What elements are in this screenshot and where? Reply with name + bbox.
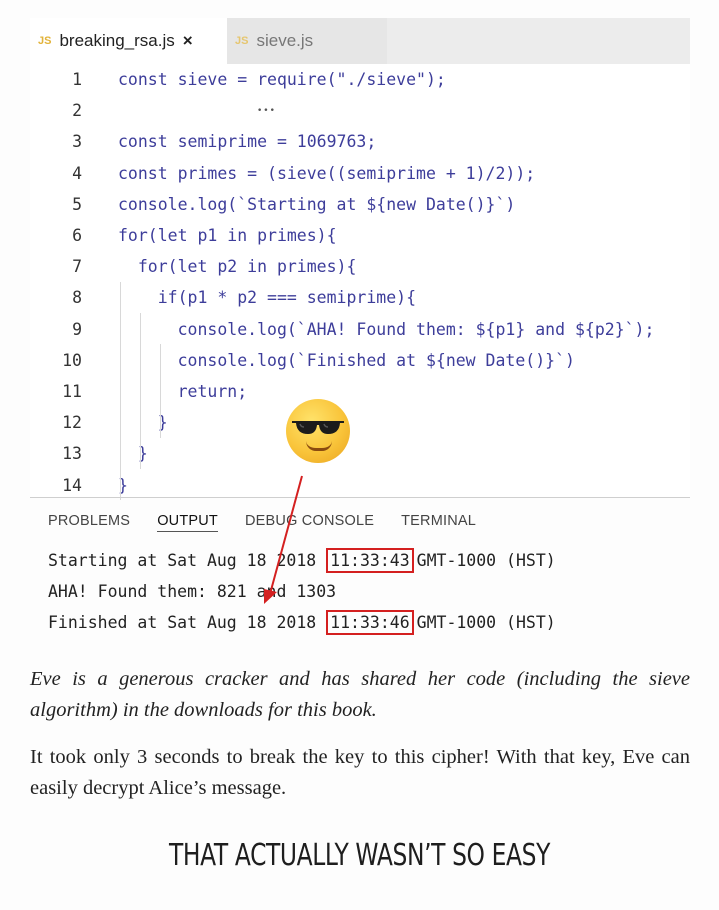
tab-debug-console[interactable]: DEBUG CONSOLE (245, 513, 374, 532)
line-number: 8 (72, 288, 82, 308)
indent-guide (160, 344, 161, 438)
line-number: 9 (72, 319, 82, 339)
code-area[interactable]: 1 const sieve = require("./sieve"); 2 3 co… (30, 64, 690, 501)
code-editor: JS breaking_rsa.js × JS sieve.js 1 const … (30, 18, 690, 501)
code-text: const sieve = require("./sieve"); (118, 70, 446, 90)
line-number: 13 (62, 444, 82, 464)
indent-guide (120, 282, 121, 500)
figure-caption: Eve is a generous cracker and has shared… (30, 668, 690, 721)
output-text: GMT-1000 (HST) (416, 613, 556, 632)
output-text: AHA! Found them: 821 and 1303 (48, 582, 337, 601)
code-line: 7 for(let p2 in primes){ (30, 251, 690, 282)
code-text: for(let p1 in primes){ (118, 226, 337, 246)
close-icon[interactable]: × (183, 31, 193, 51)
output-text: GMT-1000 (HST) (416, 551, 556, 570)
line-number: 5 (72, 194, 82, 214)
code-line: 9 console.log(`AHA! Found them: ${p1} an… (30, 314, 690, 345)
panel-divider (30, 497, 690, 498)
editor-tab-bar: JS breaking_rsa.js × JS sieve.js (30, 18, 690, 64)
line-number: 3 (72, 132, 82, 152)
js-file-icon: JS (235, 35, 249, 47)
code-text: const semiprime = 1069763; (118, 132, 377, 152)
highlighted-start-time: 11:33:43 (326, 548, 414, 573)
panel-tab-bar: PROBLEMS OUTPUT DEBUG CONSOLE TERMINAL (48, 513, 503, 532)
code-text: console.log(`Finished at ${new Date()}`) (118, 350, 575, 370)
line-number: 2 (72, 101, 82, 121)
output-text: Starting at Sat Aug 18 2018 (48, 551, 327, 570)
line-number: 7 (72, 257, 82, 277)
line-number: 11 (62, 381, 82, 401)
code-line: 13 } (30, 438, 690, 469)
code-text: return; (118, 381, 248, 401)
line-number: 1 (72, 70, 82, 90)
output-console[interactable]: Starting at Sat Aug 18 2018 11:33:43 GMT-… (48, 545, 556, 638)
sunglasses-icon (292, 421, 344, 434)
js-file-icon: JS (38, 35, 52, 47)
code-text: for(let p2 in primes){ (118, 257, 357, 277)
code-line: 5 console.log(`Starting at ${new Date()}`… (30, 189, 690, 220)
tab-problems[interactable]: PROBLEMS (48, 513, 130, 532)
code-line: 4 const primes = (sieve((semiprime + 1)/2… (30, 158, 690, 189)
tab-breaking-rsa[interactable]: JS breaking_rsa.js × (30, 18, 227, 64)
line-number: 10 (62, 350, 82, 370)
tab-label: sieve.js (256, 31, 314, 50)
code-text: console.log(`Starting at ${new Date()}`) (118, 194, 516, 214)
body-paragraph: It took only 3 seconds to break the key … (30, 746, 690, 799)
highlighted-finish-time: 11:33:46 (326, 610, 414, 635)
code-line: 14} (30, 469, 690, 500)
line-number: 14 (62, 475, 82, 495)
code-line: 11 return; (30, 376, 690, 407)
code-line: 8 if(p1 * p2 === semiprime){ (30, 282, 690, 313)
tab-output[interactable]: OUTPUT (157, 513, 218, 532)
code-text: const primes = (sieve((semiprime + 1)/2)… (118, 163, 536, 183)
line-number: 4 (72, 163, 82, 183)
output-line: Finished at Sat Aug 18 2018 11:33:46 GMT-… (48, 607, 556, 638)
output-text: Finished at Sat Aug 18 2018 (48, 613, 327, 632)
smiling-face-with-sunglasses-icon (286, 399, 350, 463)
code-line: 2 (30, 95, 690, 126)
output-line: AHA! Found them: 821 and 1303 (48, 576, 556, 607)
code-line: 3 const semiprime = 1069763; (30, 126, 690, 157)
code-line: 6 for(let p1 in primes){ (30, 220, 690, 251)
code-line: 10 console.log(`Finished at ${new Date()… (30, 345, 690, 376)
indent-guide (140, 313, 141, 469)
tab-terminal[interactable]: TERMINAL (401, 513, 476, 532)
intellisense-hint-dots: ••• (257, 106, 276, 116)
tab-sieve[interactable]: JS sieve.js (227, 18, 387, 64)
output-line: Starting at Sat Aug 18 2018 11:33:43 GMT-… (48, 545, 556, 576)
code-line: 12 } (30, 407, 690, 438)
code-text: } (118, 444, 148, 464)
section-heading: THAT ACTUALLY WASN’T SO EASY (168, 838, 551, 873)
tab-label: breaking_rsa.js (59, 31, 175, 50)
smile-shape (306, 441, 332, 451)
line-number: 12 (62, 413, 82, 433)
code-text: if(p1 * p2 === semiprime){ (118, 288, 417, 308)
code-text: console.log(`AHA! Found them: ${p1} and … (118, 319, 655, 339)
code-line: 1 const sieve = require("./sieve"); (30, 64, 690, 95)
line-number: 6 (72, 226, 82, 246)
